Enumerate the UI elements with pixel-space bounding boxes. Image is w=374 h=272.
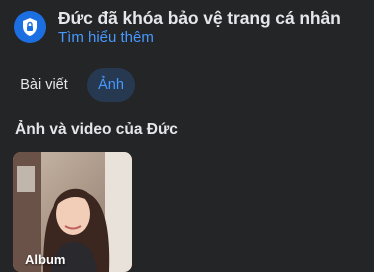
tab-posts[interactable]: Bài viết <box>14 68 74 102</box>
profile-lock-banner: Đức đã khóa bảo vệ trang cá nhân Tìm hiể… <box>14 8 368 48</box>
tab-photos[interactable]: Ảnh <box>87 68 135 102</box>
lock-banner-title: Đức đã khóa bảo vệ trang cá nhân <box>58 8 341 28</box>
album-label: Album <box>25 252 66 267</box>
album-card[interactable]: Album <box>13 152 132 272</box>
learn-more-link[interactable]: Tìm hiểu thêm <box>58 29 154 46</box>
photos-section-title: Ảnh và video của Đức <box>15 121 178 138</box>
shield-lock-icon <box>14 11 46 43</box>
